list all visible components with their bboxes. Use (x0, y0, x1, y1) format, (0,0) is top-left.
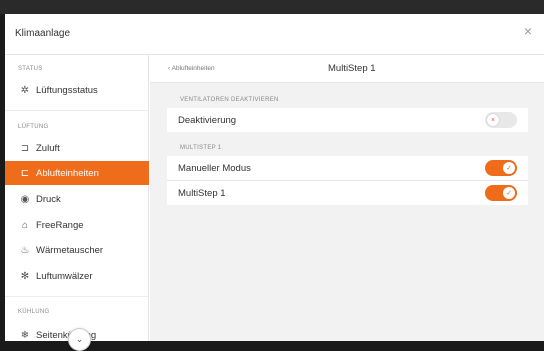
sidebar-item-ablufteinheiten[interactable]: ⊏ Ablufteinheiten (5, 161, 149, 185)
sidebar-item-label: FreeRange (36, 219, 84, 231)
pressure-icon: ◉ (20, 193, 30, 205)
sidebar: STATUS ✲ Lüftungsstatus LÜFTUNG ⊐ Zuluft… (5, 55, 149, 351)
supply-air-icon: ⊐ (20, 142, 30, 154)
sidebar-section-status: STATUS (18, 66, 43, 72)
sidebar-item-luftumwaelzer[interactable]: ✻ Luftumwälzer (5, 264, 149, 288)
exhaust-air-icon: ⊏ (20, 167, 30, 179)
page-title: MultiStep 1 (328, 63, 376, 74)
sidebar-item-zuluft[interactable]: ⊐ Zuluft (5, 136, 149, 160)
close-icon[interactable]: × (524, 24, 532, 38)
sidebar-item-druck[interactable]: ◉ Druck (5, 187, 149, 211)
sidebar-divider (5, 110, 149, 111)
heat-exchanger-icon: ♨ (20, 244, 30, 256)
chevron-down-icon: ⌄ (75, 334, 84, 344)
group-label-ventilatoren: VENTILATOREN DEAKTIVIEREN (180, 97, 279, 103)
setting-row-multistep-1: MultiStep 1 ✓ (167, 181, 528, 205)
sidebar-item-freerange[interactable]: ⌂ FreeRange (5, 213, 149, 237)
scroll-down-button[interactable]: ⌄ (68, 328, 91, 351)
multistep-1-toggle[interactable]: ✓ (485, 185, 517, 201)
sidebar-divider (5, 296, 149, 297)
dialog-title: Klimaanlage (15, 28, 71, 39)
cross-icon: × (487, 114, 499, 126)
fan-icon: ✲ (20, 84, 30, 96)
sidebar-item-lueftungsstatus[interactable]: ✲ Lüftungsstatus (5, 78, 149, 102)
background-app-strip (0, 0, 544, 14)
setting-row-deaktivierung: Deaktivierung × (167, 108, 528, 132)
check-icon: ✓ (503, 187, 515, 199)
content-panel: ‹ Ablufteinheiten MultiStep 1 VENTILATOR… (150, 55, 544, 341)
sidebar-item-label: Luftumwälzer (36, 270, 93, 282)
settings-dialog: Klimaanlage × STATUS ✲ Lüftungsstatus LÜ… (5, 14, 544, 351)
back-link-label: Ablufteinheiten (171, 65, 215, 72)
manueller-modus-toggle[interactable]: ✓ (485, 160, 517, 176)
deaktivierung-toggle[interactable]: × (485, 112, 517, 128)
sidebar-item-label: Ablufteinheiten (36, 167, 99, 179)
air-circulator-icon: ✻ (20, 270, 30, 282)
setting-label: MultiStep 1 (178, 187, 226, 199)
setting-row-manueller-modus: Manueller Modus ✓ (167, 156, 528, 180)
dialog-titlebar: Klimaanlage × (5, 14, 544, 55)
sidebar-item-label: Wärmetauscher (36, 244, 104, 256)
sidebar-item-label: Lüftungsstatus (36, 84, 98, 96)
back-link[interactable]: ‹ Ablufteinheiten (168, 65, 215, 72)
sidebar-item-label: Druck (36, 193, 61, 205)
sidebar-item-label: Zuluft (36, 142, 60, 154)
sidebar-section-lueftung: LÜFTUNG (18, 124, 49, 130)
sidebar-item-waermetauscher[interactable]: ♨ Wärmetauscher (5, 238, 149, 262)
sidebar-section-kuehlung: KÜHLUNG (18, 309, 50, 315)
setting-label: Deaktivierung (178, 114, 237, 126)
content-header: ‹ Ablufteinheiten MultiStep 1 (150, 55, 544, 83)
side-cooling-icon: ❄ (20, 329, 30, 341)
group-label-multistep: MULTISTEP 1 (180, 145, 222, 151)
chevron-left-icon: ‹ (168, 65, 171, 72)
setting-label: Manueller Modus (178, 162, 251, 174)
freerange-icon: ⌂ (21, 219, 29, 231)
check-icon: ✓ (503, 162, 515, 174)
